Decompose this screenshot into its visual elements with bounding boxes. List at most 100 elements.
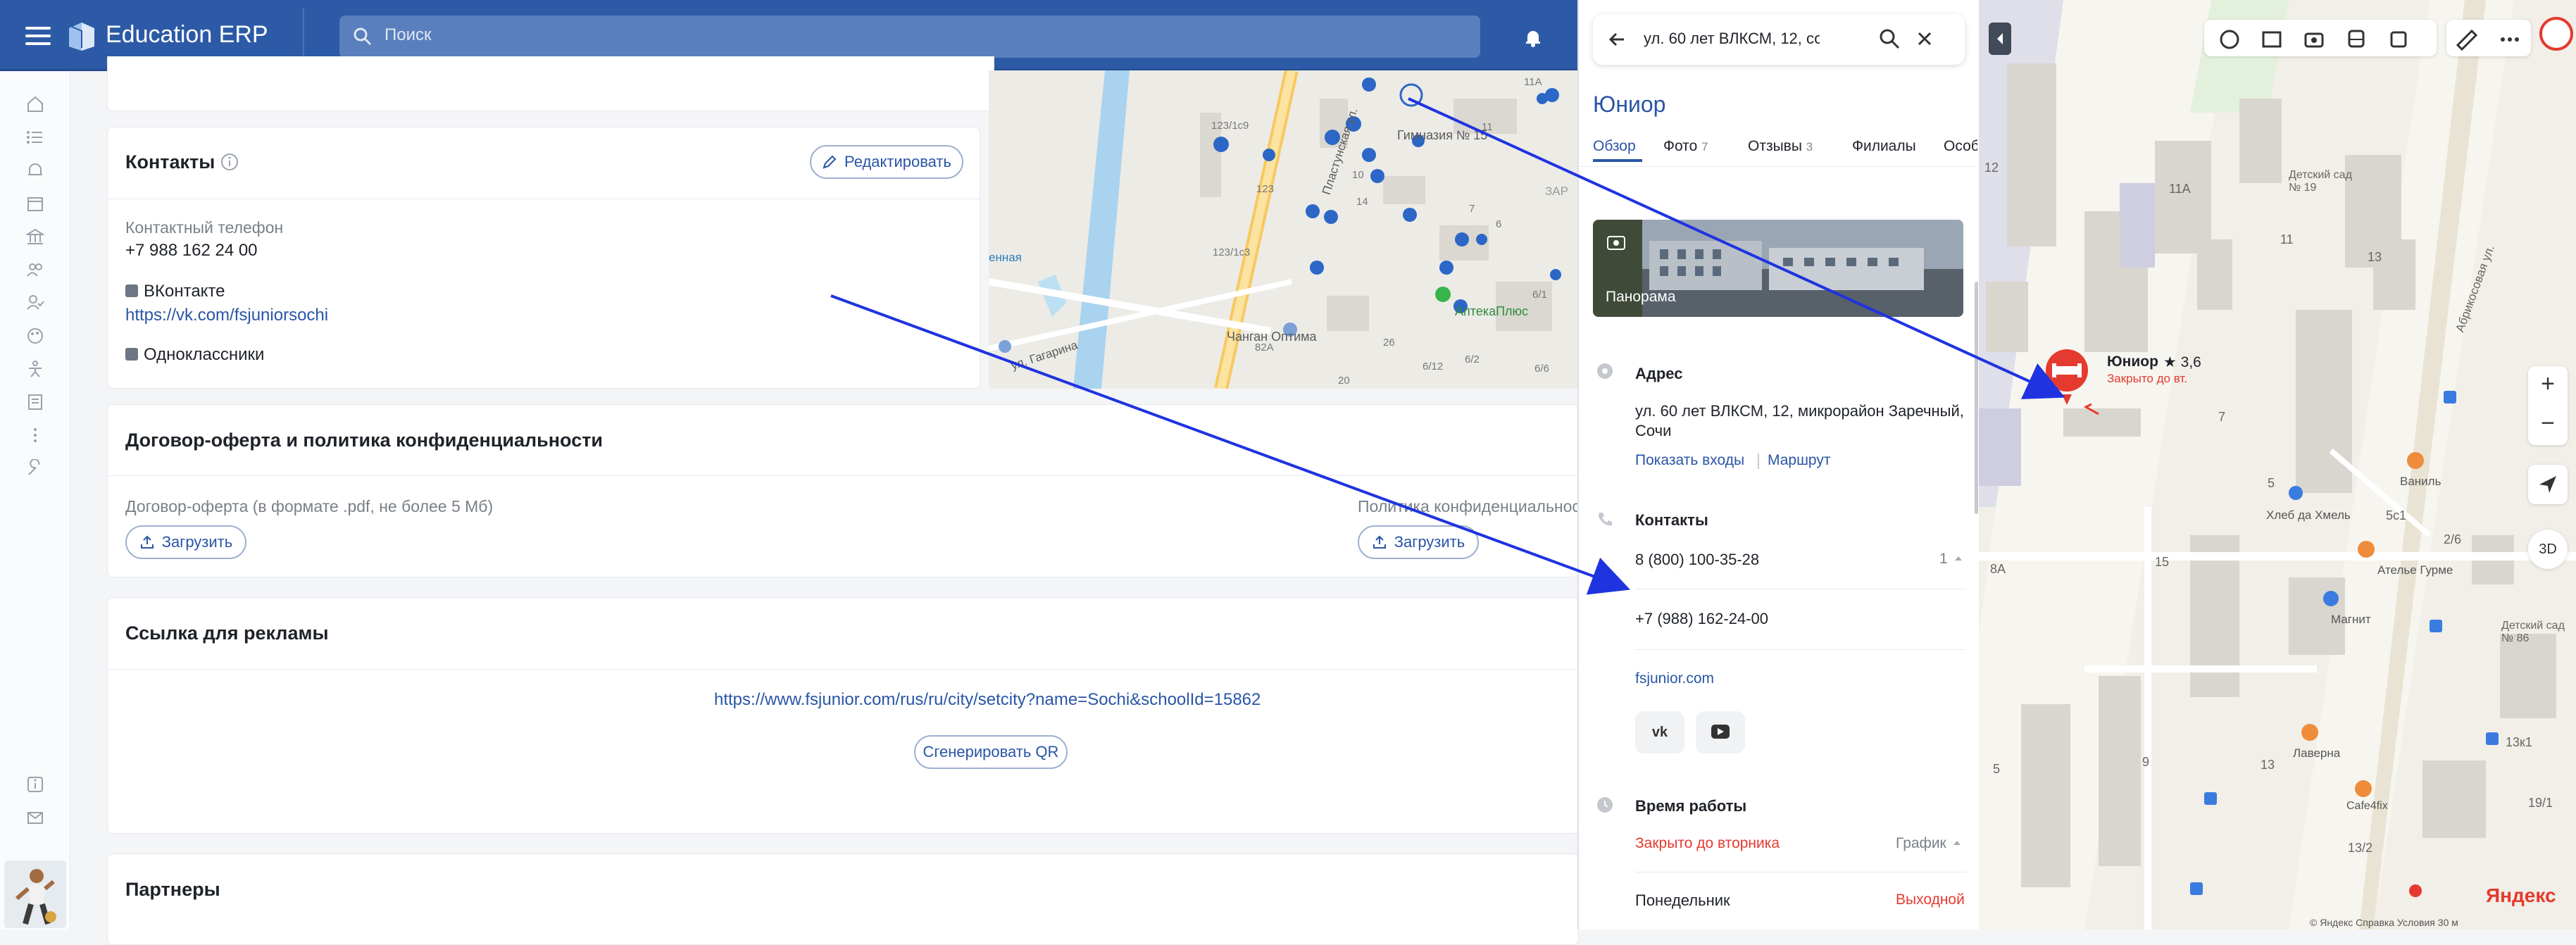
map-label-water: енная bbox=[989, 251, 1022, 264]
user-avatar[interactable] bbox=[2539, 17, 2573, 51]
global-search-box[interactable] bbox=[339, 15, 1480, 58]
generate-qr-button[interactable]: Сгенерировать QR bbox=[914, 735, 1068, 769]
tab-photo-label: Фото bbox=[1663, 138, 1698, 154]
tab-reviews-count: 3 bbox=[1806, 140, 1813, 154]
zoom-in-button[interactable]: + bbox=[2528, 370, 2568, 404]
tab-photo-count: 7 bbox=[1701, 140, 1708, 154]
vk-label: ВКонтакте bbox=[144, 282, 225, 301]
info-icon[interactable] bbox=[26, 775, 44, 794]
ad-link-url[interactable]: https://www.fsjunior.com/rus/ru/city/set… bbox=[714, 690, 1261, 710]
ad-link-title: Ссылка для рекламы bbox=[125, 622, 329, 644]
avatar[interactable] bbox=[4, 860, 66, 928]
policy-label: Политика конфиденциальнос bbox=[1358, 497, 1580, 515]
document-icon[interactable] bbox=[26, 393, 44, 411]
map-pin-name[interactable]: Юниор bbox=[2107, 353, 2158, 370]
traffic-layer-icon[interactable] bbox=[2215, 25, 2244, 54]
more-vertical-icon[interactable] bbox=[26, 426, 44, 444]
ruler-icon[interactable] bbox=[2452, 25, 2480, 54]
phone-value: +7 988 162 24 00 bbox=[125, 241, 258, 260]
person-activity-icon[interactable] bbox=[26, 360, 44, 378]
notifications-bell-icon[interactable] bbox=[1523, 27, 1544, 48]
user-check-icon[interactable] bbox=[26, 294, 44, 312]
map-label: 19/1 bbox=[2528, 796, 2553, 810]
map-label: 6/1 bbox=[1532, 289, 1547, 301]
camera-icon[interactable] bbox=[2300, 25, 2328, 54]
upload-icon bbox=[140, 535, 154, 549]
link-separator bbox=[1758, 453, 1759, 469]
parking-icon[interactable] bbox=[2384, 25, 2413, 54]
palette-icon[interactable] bbox=[26, 327, 44, 345]
yandex-map[interactable]: Юниор ★ 3,6 Закрыто до вт. + − 3D 12 11А… bbox=[1979, 0, 2576, 930]
yandex-search-input[interactable]: ул. 60 лет ВЛКСМ, 12, сочи юни bbox=[1644, 30, 1820, 48]
show-entrances-link[interactable]: Показать входы bbox=[1635, 452, 1744, 469]
map-label: 123 bbox=[1256, 183, 1275, 195]
panorama-layer-icon[interactable] bbox=[2258, 25, 2286, 54]
map-label: ЗАР bbox=[1545, 184, 1568, 198]
users-icon[interactable] bbox=[26, 261, 44, 279]
chevron-up-icon[interactable] bbox=[1952, 838, 1962, 848]
vk-link[interactable]: https://vk.com/fsjuniorsochi bbox=[125, 306, 328, 325]
bell-icon[interactable] bbox=[26, 161, 44, 180]
map-label: 6/6 bbox=[1534, 363, 1549, 375]
chevron-up-icon[interactable] bbox=[1953, 553, 1963, 563]
map-label: 13 bbox=[2368, 250, 2382, 264]
3d-toggle-button[interactable]: 3D bbox=[2528, 530, 2568, 569]
calendar-icon[interactable] bbox=[26, 194, 44, 213]
closed-until: Закрыто до вторника bbox=[1635, 835, 1780, 851]
list-icon[interactable] bbox=[26, 128, 44, 146]
info-icon[interactable] bbox=[220, 152, 239, 172]
address-title: Адрес bbox=[1635, 365, 1683, 382]
back-arrow-icon[interactable] bbox=[1606, 28, 1628, 51]
tab-photo[interactable]: Фото 7 bbox=[1663, 138, 1708, 155]
bus-icon[interactable] bbox=[2342, 25, 2370, 54]
upload-offer-button[interactable]: Загрузить bbox=[125, 525, 246, 559]
map-label: 11А bbox=[2169, 182, 2191, 196]
tab-branches[interactable]: Филиалы bbox=[1852, 138, 1916, 155]
close-icon[interactable] bbox=[1914, 28, 1935, 49]
website-link[interactable]: fsjunior.com bbox=[1635, 670, 1714, 687]
vk-icon bbox=[125, 284, 138, 297]
building-icon[interactable] bbox=[25, 227, 46, 246]
more-horizontal-icon[interactable] bbox=[2496, 25, 2524, 54]
search-input[interactable]: Поиск bbox=[384, 25, 432, 45]
map-label: 26 bbox=[1383, 337, 1395, 349]
home-icon[interactable] bbox=[26, 95, 44, 113]
map-label: 5 bbox=[1993, 762, 2001, 776]
partners-title: Партнеры bbox=[125, 879, 220, 900]
tab-overview[interactable]: Обзор bbox=[1593, 138, 1636, 155]
locate-me-button[interactable] bbox=[2528, 465, 2568, 504]
tab-reviews[interactable]: Отзывы 3 bbox=[1748, 138, 1813, 155]
mail-icon[interactable] bbox=[26, 808, 44, 827]
menu-icon[interactable] bbox=[25, 27, 51, 45]
upload-label: Загрузить bbox=[1394, 533, 1465, 551]
panel-scrollbar[interactable] bbox=[1975, 282, 1978, 514]
embedded-map[interactable]: Гимназия № 15 АптекаПлюс Чанган Оптима у… bbox=[989, 70, 1577, 389]
map-label: 82А bbox=[1255, 342, 1274, 353]
map-label: Хлеб да Хмель bbox=[2266, 508, 2351, 522]
contract-title: Договор-оферта и политика конфиденциальн… bbox=[125, 430, 604, 451]
zoom-out-button[interactable]: − bbox=[2528, 410, 2568, 444]
tab-features[interactable]: Особе bbox=[1944, 138, 1977, 155]
collapse-panel-button[interactable] bbox=[1989, 23, 2011, 55]
edit-button[interactable]: Редактировать bbox=[810, 145, 963, 179]
vk-icon[interactable]: vk bbox=[1635, 711, 1684, 753]
map-label: Детский сад № 19 bbox=[2289, 169, 2352, 194]
top-card-fragment bbox=[107, 56, 994, 111]
upload-policy-button[interactable]: Загрузить bbox=[1358, 525, 1479, 559]
phone-2[interactable]: +7 (988) 162-24-00 bbox=[1635, 610, 1768, 628]
map-label: 5 bbox=[2268, 476, 2275, 490]
route-link[interactable]: Маршрут bbox=[1768, 452, 1831, 469]
offer-label: Договор-оферта (в формате .pdf, не более… bbox=[125, 497, 494, 515]
wrench-icon[interactable] bbox=[26, 458, 44, 477]
youtube-icon[interactable] bbox=[1696, 711, 1745, 753]
phone-1[interactable]: 8 (800) 100-35-28 bbox=[1635, 551, 1759, 569]
schedule-toggle[interactable]: График bbox=[1896, 835, 1946, 852]
monday-label: Понедельник bbox=[1635, 891, 1730, 909]
ok-label: Одноклассники bbox=[144, 345, 265, 364]
phone-label: Контактный телефон bbox=[125, 218, 284, 237]
map-label: 8А bbox=[1990, 562, 2006, 576]
panorama-icon bbox=[1606, 232, 1627, 254]
map-label: Лаверна bbox=[2293, 746, 2341, 760]
pencil-icon bbox=[823, 155, 837, 169]
search-icon[interactable] bbox=[1877, 27, 1901, 51]
